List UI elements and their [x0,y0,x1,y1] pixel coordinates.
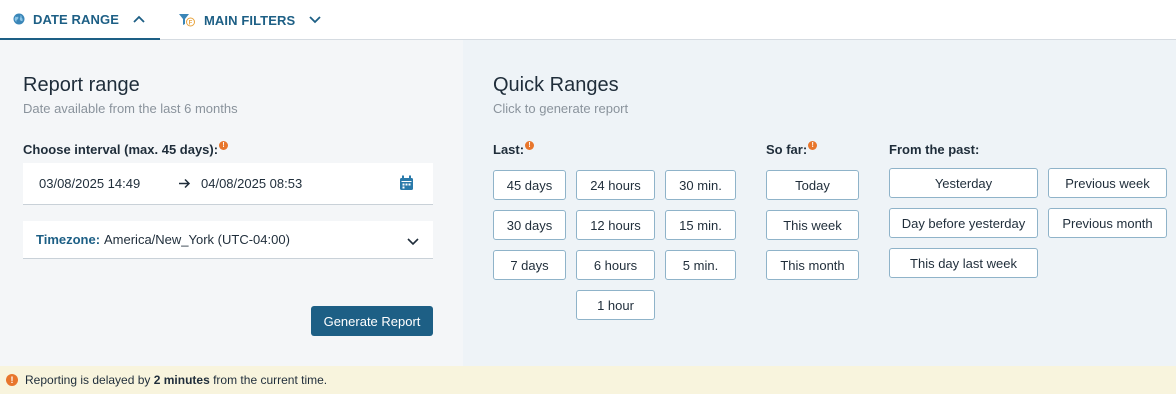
last-label-text: Last: [493,142,525,157]
chevron-up-icon [133,15,145,23]
quick-range-button[interactable]: 30 days [493,210,566,240]
quick-range-button[interactable]: 1 hour [576,290,655,320]
info-icon: ! [808,141,818,150]
quick-range-button[interactable]: 45 days [493,170,566,200]
chevron-down-icon [407,234,419,249]
info-icon: ! [219,141,229,150]
quick-range-button[interactable]: 30 min. [665,170,736,200]
info-icon: ! [525,141,535,150]
delay-duration: 2 minutes [153,373,210,387]
quick-range-button[interactable]: 15 min. [665,210,736,240]
interval-to-value[interactable]: 04/08/2025 08:53 [201,176,302,191]
interval-label: Choose interval (max. 45 days):! [23,141,229,157]
report-range-panel: Report range Date available from the las… [0,40,463,366]
calendar-icon[interactable] [399,175,414,194]
generate-report-button[interactable]: Generate Report [311,306,433,336]
interval-label-text: Choose interval (max. 45 days): [23,142,219,157]
tab-date-range-label: DATE RANGE [33,11,119,27]
top-tab-bar: DATE RANGE F MAIN FILTERS [0,0,1176,40]
chevron-down-icon [309,16,321,24]
from-past-button[interactable]: Day before yesterday [889,208,1038,238]
interval-picker[interactable]: 03/08/2025 14:49 04/08/2025 08:53 [23,163,433,205]
timezone-label: Timezone: [36,232,101,247]
from-past-label: From the past: [889,142,980,157]
quick-range-button[interactable]: 24 hours [576,170,655,200]
from-past-button[interactable]: This day last week [889,248,1038,278]
report-range-subtitle: Date available from the last 6 months [23,101,238,116]
delay-notice-text: Reporting is delayed by 2 minutes from t… [25,373,327,387]
tab-main-filters[interactable]: F MAIN FILTERS [178,0,328,40]
report-range-title: Report range [23,74,140,96]
quick-range-button[interactable]: 5 min. [665,250,736,280]
timezone-value: America/New_York (UTC-04:00) [104,232,290,247]
delay-notice-banner: ! Reporting is delayed by 2 minutes from… [0,366,1176,394]
delay-notice-prefix: Reporting is delayed by [25,373,154,387]
delay-notice-suffix: from the current time. [209,373,328,387]
quick-range-button[interactable]: 7 days [493,250,566,280]
timezone-select[interactable]: Timezone: America/New_York (UTC-04:00) [23,221,433,259]
so-far-label: So far:! [766,141,818,157]
quick-range-button[interactable]: 6 hours [576,250,655,280]
last-label: Last:! [493,141,535,157]
from-past-button[interactable]: Yesterday [889,168,1038,198]
quick-ranges-subtitle: Click to generate report [493,101,629,116]
quick-range-button[interactable]: 12 hours [576,210,655,240]
so-far-button[interactable]: Today [766,170,859,200]
svg-text:F: F [189,20,193,26]
tab-date-range[interactable]: DATE RANGE [0,0,160,40]
so-far-button[interactable]: This week [766,210,859,240]
quick-ranges-title: Quick Ranges [493,74,619,96]
so-far-label-text: So far: [766,142,808,157]
globe-icon [13,13,25,25]
from-past-button[interactable]: Previous month [1048,208,1167,238]
warning-icon: ! [6,374,18,386]
filter-icon: F [178,13,196,27]
interval-from-value[interactable]: 03/08/2025 14:49 [39,176,140,191]
tab-main-filters-label: MAIN FILTERS [204,12,296,28]
so-far-button[interactable]: This month [766,250,859,280]
from-past-button[interactable]: Previous week [1048,168,1167,198]
quick-ranges-panel: Quick Ranges Click to generate report La… [463,40,1176,366]
arrow-right-icon [179,177,191,192]
